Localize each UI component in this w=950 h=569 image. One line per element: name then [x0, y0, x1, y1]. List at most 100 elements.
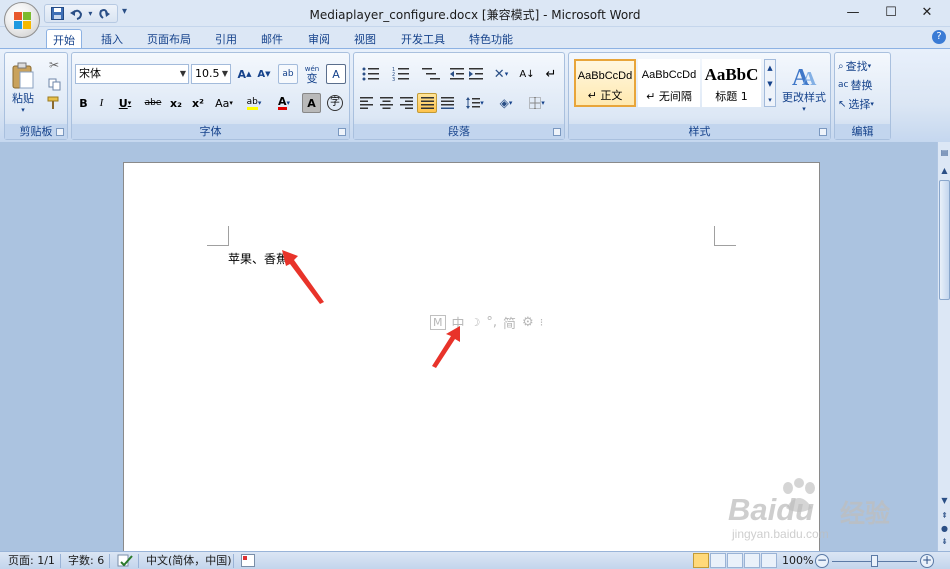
underline-button[interactable]: U ▾: [112, 93, 138, 113]
print-layout-view-icon[interactable]: [693, 553, 709, 568]
align-left-button[interactable]: [357, 93, 376, 113]
draft-view-icon[interactable]: [761, 553, 777, 568]
gallery-more-icon[interactable]: ▾: [765, 92, 775, 108]
ime-more-icon[interactable]: ⁝: [540, 316, 544, 329]
ime-simplified-toggle[interactable]: 简: [503, 313, 516, 332]
bullets-button[interactable]: [357, 64, 385, 84]
chinese-layout-button[interactable]: ✕ ▾: [488, 64, 514, 84]
shrink-font-button[interactable]: A ▼: [255, 64, 273, 84]
format-painter-button[interactable]: [45, 94, 63, 112]
clear-format-button[interactable]: ab: [278, 64, 298, 84]
font-launcher-icon[interactable]: [338, 128, 346, 136]
multilevel-list-button[interactable]: [417, 64, 445, 84]
office-button[interactable]: [4, 2, 40, 38]
macro-record-icon[interactable]: [241, 554, 255, 568]
status-page[interactable]: 页面: 1/1: [8, 554, 55, 568]
style-normal[interactable]: AaBbCcDd ↵ 正文: [574, 59, 636, 107]
character-shading-button[interactable]: A: [302, 93, 321, 113]
scroll-down-icon[interactable]: ▼: [938, 494, 950, 508]
select-button[interactable]: ↖ 选择 ▾: [837, 94, 889, 114]
help-icon[interactable]: ?: [932, 30, 946, 44]
tab-view[interactable]: 视图: [348, 29, 382, 48]
decrease-indent-button[interactable]: [448, 64, 466, 84]
find-button[interactable]: ⌕ 查找 ▾: [837, 56, 889, 76]
font-size-combo[interactable]: 10.5 ▼: [191, 64, 231, 84]
change-case-button[interactable]: Aa ▾: [211, 93, 237, 113]
align-center-button[interactable]: [377, 93, 396, 113]
highlight-button[interactable]: ab ▾: [240, 93, 268, 113]
font-color-label: A: [277, 95, 287, 110]
tab-developer[interactable]: 开发工具: [395, 29, 451, 48]
gallery-down-icon[interactable]: ▼: [765, 76, 775, 92]
zoom-level[interactable]: 100%: [782, 554, 813, 568]
borders-button[interactable]: ▾: [523, 93, 551, 113]
scroll-thumb[interactable]: [939, 180, 950, 300]
tab-home[interactable]: 开始: [46, 29, 82, 48]
styles-launcher-icon[interactable]: [819, 128, 827, 136]
show-marks-button[interactable]: ↵: [541, 64, 561, 84]
status-language[interactable]: 中文(简体，中国): [146, 554, 232, 568]
document-page[interactable]: [123, 162, 820, 551]
tab-special-features[interactable]: 特色功能: [463, 29, 519, 48]
copy-icon: [48, 78, 60, 90]
ruler-toggle-icon[interactable]: ▤: [938, 146, 950, 160]
replace-button[interactable]: ac 替换: [837, 75, 889, 95]
character-border-button[interactable]: A: [326, 64, 346, 84]
font-name-combo[interactable]: 宋体 ▼: [75, 64, 189, 84]
superscript-button[interactable]: x²: [188, 93, 208, 113]
copy-button[interactable]: [45, 75, 63, 93]
italic-button[interactable]: I: [93, 93, 110, 113]
gallery-up-icon[interactable]: ▲: [765, 60, 775, 76]
scroll-up-icon[interactable]: ▲: [938, 164, 950, 178]
tab-review[interactable]: 审阅: [302, 29, 336, 48]
style-heading-1[interactable]: AaBbC 标题 1: [702, 59, 761, 107]
bold-button[interactable]: B: [75, 93, 92, 113]
align-right-button[interactable]: [397, 93, 416, 113]
italic-label: I: [99, 97, 104, 109]
svg-text:3: 3: [392, 77, 395, 81]
multilevel-list-icon: [422, 68, 440, 80]
vertical-scrollbar[interactable]: ▤ ▲ ▼ ⇞ ● ⇟: [937, 142, 950, 551]
distributed-button[interactable]: [438, 93, 457, 113]
shading-button[interactable]: ◈ ▾: [492, 93, 520, 113]
increase-indent-button[interactable]: [467, 64, 485, 84]
tab-references[interactable]: 引用: [209, 29, 243, 48]
outline-view-icon[interactable]: [744, 553, 760, 568]
web-layout-view-icon[interactable]: [727, 553, 743, 568]
cut-button[interactable]: ✂: [45, 56, 63, 74]
strikethrough-button[interactable]: abe: [142, 93, 164, 113]
close-button[interactable]: ✕: [904, 0, 950, 25]
font-color-button[interactable]: A ▾: [270, 93, 298, 113]
character-border-label: A: [332, 67, 340, 81]
tab-insert[interactable]: 插入: [95, 29, 129, 48]
ime-gear-icon[interactable]: ⚙: [522, 315, 534, 330]
numbering-button[interactable]: 123: [387, 64, 415, 84]
zoom-slider-thumb[interactable]: [871, 555, 878, 567]
line-spacing-button[interactable]: ▾: [462, 93, 488, 113]
status-word-count[interactable]: 字数: 6: [68, 554, 104, 568]
zoom-out-icon[interactable]: −: [815, 554, 829, 568]
style-no-spacing[interactable]: AaBbCcDd ↵ 无间隔: [638, 59, 700, 107]
grow-font-button[interactable]: A ▲: [235, 64, 254, 84]
paste-button[interactable]: 粘贴 ▾: [8, 56, 38, 120]
full-screen-reading-view-icon[interactable]: [710, 553, 726, 568]
status-bar: 页面: 1/1 字数: 6 中文(简体，中国) 100% − +: [0, 551, 950, 569]
select-browse-object-icon[interactable]: ●: [938, 522, 950, 536]
styles-gallery-scroll[interactable]: ▲ ▼ ▾: [764, 59, 776, 107]
change-styles-button[interactable]: AA 更改样式 ▾: [779, 56, 829, 120]
zoom-in-icon[interactable]: +: [920, 554, 934, 568]
tab-page-layout[interactable]: 页面布局: [141, 29, 197, 48]
ime-punctuation-icon[interactable]: °,: [486, 315, 497, 330]
tab-mailings[interactable]: 邮件: [255, 29, 289, 48]
prev-page-icon[interactable]: ⇞: [938, 509, 950, 523]
enclose-characters-button[interactable]: 字: [324, 93, 346, 113]
subscript-button[interactable]: x₂: [166, 93, 186, 113]
phonetic-guide-button[interactable]: wén 变: [301, 64, 323, 84]
ime-moon-icon[interactable]: ☽: [471, 316, 481, 329]
justify-button[interactable]: [417, 93, 437, 113]
paragraph-launcher-icon[interactable]: [553, 128, 561, 136]
sort-button[interactable]: A↓: [517, 64, 537, 84]
spell-check-icon[interactable]: [117, 554, 133, 568]
next-page-icon[interactable]: ⇟: [938, 535, 950, 549]
clipboard-launcher-icon[interactable]: [56, 128, 64, 136]
